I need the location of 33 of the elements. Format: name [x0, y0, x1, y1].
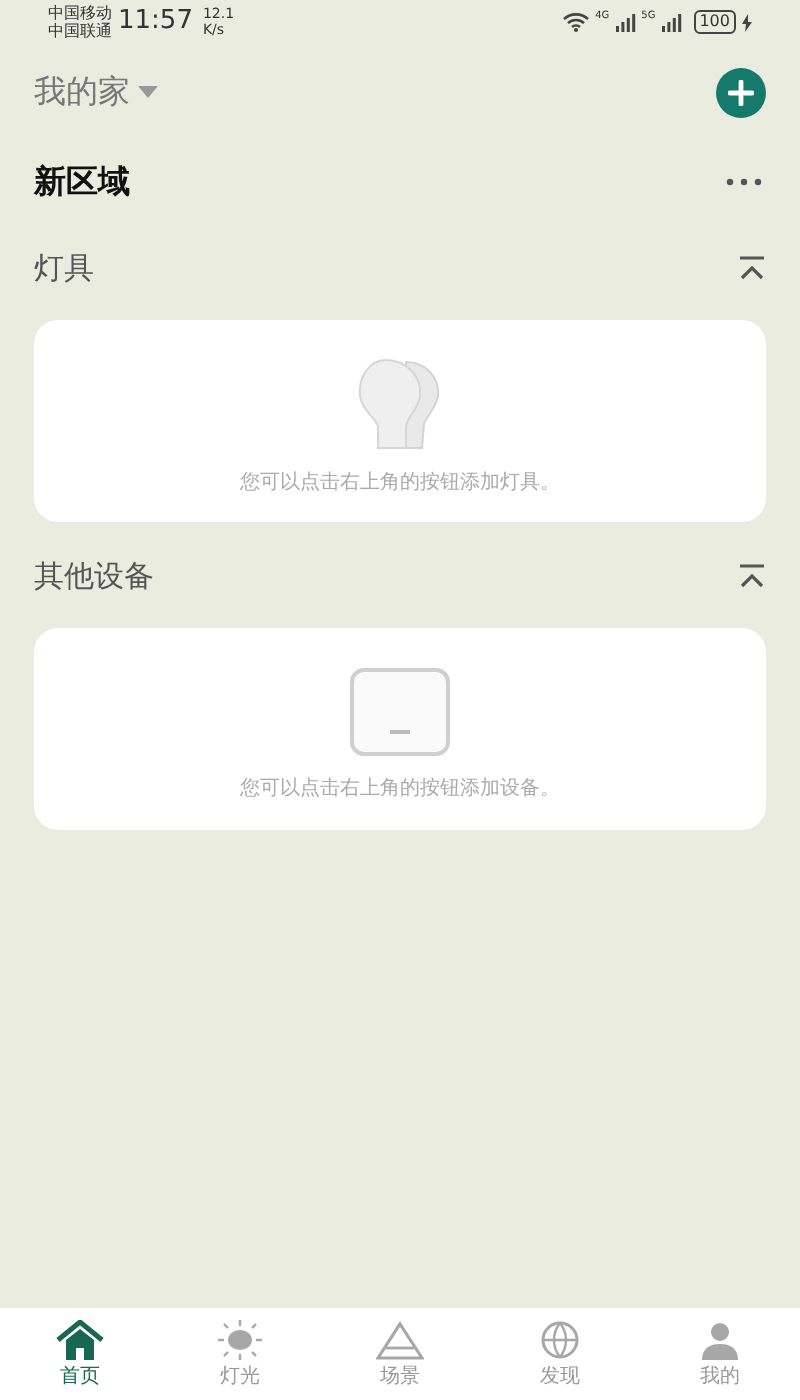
tab[interactable]: 场景: [320, 1308, 480, 1400]
globe-icon: [536, 1320, 584, 1360]
add-button[interactable]: [716, 67, 766, 117]
status-time: 11:57: [118, 4, 193, 41]
signal-icon: [615, 13, 636, 31]
carrier-name: 中国联通: [48, 22, 112, 40]
battery-level: 100: [693, 10, 736, 34]
collapse-button[interactable]: [738, 564, 766, 588]
section-title: 其他设备: [34, 555, 154, 598]
collapse-button[interactable]: [738, 256, 766, 280]
person-icon: [696, 1320, 744, 1360]
tab[interactable]: 灯光: [160, 1308, 320, 1400]
triangle-icon: [376, 1320, 424, 1360]
charging-icon: [742, 13, 752, 31]
empty-message: 您可以点击右上角的按钮添加设备。: [240, 775, 560, 804]
collapse-icon: [738, 564, 766, 588]
carrier-name: 中国移动: [48, 4, 112, 22]
caret-icon: [138, 86, 158, 98]
area-title: 新区域: [34, 160, 130, 204]
tab[interactable]: 首页: [0, 1308, 160, 1400]
section-title: 灯具: [34, 247, 94, 290]
collapse-icon: [738, 256, 766, 280]
wifi-icon: [561, 12, 590, 32]
empty-message: 您可以点击右上角的按钮添加灯具。: [240, 469, 560, 498]
signal-icon: [661, 13, 682, 31]
more-icon: [726, 178, 762, 186]
sun-icon: [216, 1320, 264, 1360]
device-box-icon: [348, 666, 452, 758]
plus-icon: [728, 79, 754, 105]
tab[interactable]: 我的: [640, 1308, 800, 1400]
tab[interactable]: 发现: [480, 1308, 640, 1400]
home-selector[interactable]: 我的家: [34, 68, 158, 116]
home-icon: [56, 1320, 104, 1360]
